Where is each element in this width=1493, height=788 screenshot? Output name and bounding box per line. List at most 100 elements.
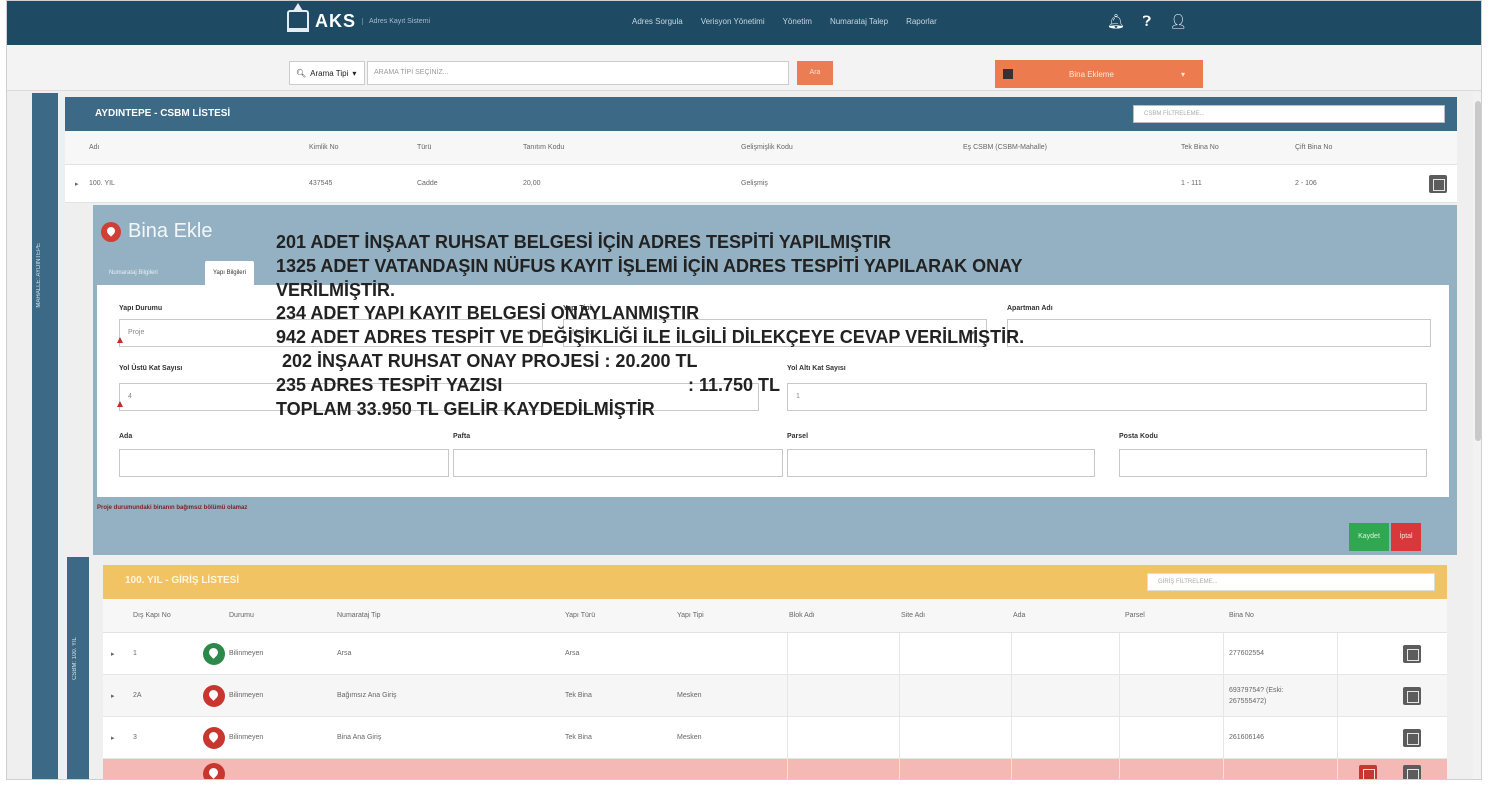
col-turu[interactable]: Türü	[417, 131, 431, 164]
user-icon[interactable]: 👤︎	[1169, 13, 1187, 30]
cell-numarataj-tip: Bina Ana Giriş	[337, 734, 382, 741]
csbm-sidebar[interactable]: CSBM: 100. YIL	[67, 557, 89, 779]
row-menu-button[interactable]	[1403, 765, 1421, 779]
menu-item-raporlar[interactable]: Raporlar	[906, 17, 937, 26]
row-menu-button[interactable]	[1403, 687, 1421, 705]
col-adi[interactable]: Adı	[89, 131, 100, 164]
menu-item-versiyon[interactable]: Verisyon Yönetimi	[701, 17, 765, 26]
column-divider	[1223, 633, 1224, 779]
yapi-durumu-label: Yapı Durumu	[119, 305, 163, 312]
table-row[interactable]: ▸ 100. YIL 437545 Cadde 20,00 Gelişmiş 1…	[65, 165, 1457, 203]
col-dis-kapi-no[interactable]: Dış Kapı No	[133, 599, 171, 632]
parsel-label: Parsel	[787, 433, 809, 440]
cell-durumu: Bilinmeyen	[229, 734, 264, 741]
col-tanitim-kodu[interactable]: Tanıtım Kodu	[523, 131, 564, 164]
fee2-label: 235 ADRES TESPİT YAZISI	[276, 374, 503, 395]
cell-dis-kapi: 2A	[133, 692, 142, 699]
cell-yapi-tipi: Mesken	[677, 692, 702, 699]
col-parsel[interactable]: Parsel	[1125, 599, 1145, 632]
col-gelismislik-kodu[interactable]: Gelişmişlik Kodu	[741, 131, 793, 164]
mahalle-sidebar[interactable]: MAHALLE: AYDINTEPE	[32, 93, 58, 779]
column-divider	[1119, 633, 1120, 779]
giris-title: 100. YIL - GİRİŞ LİSTESİ	[125, 575, 240, 586]
csbm-filter-input[interactable]: CSBM FİLTRELEME...	[1133, 105, 1445, 123]
col-ada[interactable]: Ada	[1013, 599, 1025, 632]
row-menu-button[interactable]	[1403, 645, 1421, 663]
csbm-title: AYDINTEPE - CSBM LİSTESİ	[95, 108, 231, 119]
cell-yapi-turu: Tek Bina	[565, 734, 592, 741]
stat-line: 234 ADET YAPI KAYIT BELGESİ ONAYLANMIŞTI…	[276, 303, 700, 324]
menu-item-yonetim[interactable]: Yönetim	[783, 17, 812, 26]
cancel-button[interactable]: İptal	[1391, 523, 1421, 551]
expand-icon[interactable]: ▸	[75, 165, 79, 202]
expand-icon[interactable]: ▸	[111, 633, 115, 674]
search-input[interactable]: ARAMA TİPİ SEÇİNİZ...	[367, 61, 789, 85]
menu-item-adres-sorgula[interactable]: Adres Sorgula	[632, 17, 683, 26]
brand-logo[interactable]: AKS Adres Kayıt Sistemi	[287, 3, 430, 32]
fee-line: 202 İNŞAAT RUHSAT ONAY PROJESİ : 20.200 …	[276, 350, 1336, 374]
area-type-select[interactable]: 🔍︎ Arama Tipi ▾	[289, 61, 365, 85]
posta-kodu-input[interactable]	[1119, 449, 1427, 477]
save-button[interactable]: Kaydet	[1349, 523, 1389, 551]
table-row-highlighted[interactable]	[103, 759, 1447, 779]
col-yapi-tipi[interactable]: Yapı Tipi	[677, 599, 704, 632]
chevron-down-icon: ▾	[1180, 69, 1185, 79]
pafta-input[interactable]	[453, 449, 783, 477]
total-line: TOPLAM 33.950 TL GELİR KAYDEDİLMİŞTİR	[276, 398, 655, 419]
cell-cift-bina: 2 - 106	[1295, 180, 1317, 187]
help-icon[interactable]: ❓︎	[1143, 13, 1151, 30]
col-es-csbm[interactable]: Eş CSBM (CSBM-Mahalle)	[963, 131, 1047, 164]
col-kimlik-no[interactable]: Kimlik No	[309, 131, 339, 164]
search-icon: 🔍︎	[296, 68, 307, 78]
table-row[interactable]: ▸ 1 Bilinmeyen Arsa Arsa 277602554	[103, 633, 1447, 675]
building-icon	[287, 3, 309, 32]
required-icon	[117, 401, 123, 407]
col-bina-no[interactable]: Bina No	[1229, 599, 1254, 632]
cell-durumu: Bilinmeyen	[229, 692, 264, 699]
table-row[interactable]: ▸ 3 Bilinmeyen Bina Ana Giriş Tek Bina M…	[103, 717, 1447, 759]
fee-line: 235 ADRES TESPİT YAZISI : 11.750 TL	[276, 374, 1336, 398]
giris-panel-header: 100. YIL - GİRİŞ LİSTESİ GİRİŞ FİLTRELEM…	[103, 565, 1447, 599]
row-menu-button[interactable]	[1429, 175, 1447, 193]
col-blok-adi[interactable]: Blok Adı	[789, 599, 815, 632]
bell-icon[interactable]: 🔔︎	[1107, 13, 1125, 30]
tab-yapi-bilgileri[interactable]: Yapı Bilgileri	[205, 261, 254, 285]
giris-filter-input[interactable]: GİRİŞ FİLTRELEME...	[1147, 573, 1435, 591]
cell-bina-no: 277602554	[1229, 650, 1265, 657]
csbm-column-headers: Adı Kimlik No Türü Tanıtım Kodu Gelişmiş…	[65, 131, 1457, 165]
ada-input[interactable]	[119, 449, 449, 477]
cell-yapi-turu: Tek Bina	[565, 692, 592, 699]
menu-item-numarataj-talep[interactable]: Numarataj Talep	[830, 17, 888, 26]
row-delete-button[interactable]	[1359, 765, 1377, 779]
scrollbar-thumb[interactable]	[1475, 101, 1481, 441]
parsel-input[interactable]	[787, 449, 1095, 477]
col-numarataj-tip[interactable]: Numarataj Tip	[337, 599, 381, 632]
stat-line: 942 ADET ADRES TESPİT VE DEĞİŞİKLİĞİ İLE…	[276, 327, 1025, 348]
bina-warning-text: Proje durumundaki binanın bağımsız bölüm…	[97, 505, 248, 511]
column-divider	[899, 633, 900, 779]
brand-name: AKS	[315, 10, 357, 31]
cell-turu: Cadde	[417, 180, 438, 187]
fee2-value: : 11.750 TL	[688, 374, 781, 395]
tab-numarataj-bilgileri[interactable]: Numarataj Bilgileri	[101, 261, 166, 285]
col-yapi-turu[interactable]: Yapı Türü	[565, 599, 595, 632]
col-durumu[interactable]: Durumu	[229, 599, 254, 632]
col-site-adi[interactable]: Site Adı	[901, 599, 925, 632]
nav-icons: 🔔︎ ❓︎ 👤︎	[1107, 13, 1187, 30]
cell-tanitim-kodu: 20,00	[523, 180, 541, 187]
stat-line: 201 ADET İNŞAAT RUHSAT BELGESİ İÇİN ADRE…	[276, 232, 892, 252]
col-cift-bina-no[interactable]: Çift Bina No	[1295, 131, 1332, 164]
map-pin-icon	[101, 221, 121, 242]
statistics-overlay: 201 ADET İNŞAAT RUHSAT BELGESİ İÇİN ADRE…	[276, 231, 1336, 421]
table-row[interactable]: ▸ 2A Bilinmeyen Bağımsız Ana Giriş Tek B…	[103, 675, 1447, 717]
fee1-label: 202 İNŞAAT RUHSAT ONAY PROJESİ	[282, 350, 600, 371]
status-red-icon	[203, 685, 225, 707]
cell-durumu: Bilinmeyen	[229, 650, 264, 657]
row-menu-button[interactable]	[1403, 729, 1421, 747]
bina-ekleme-dropdown[interactable]: Bina Ekleme ▾	[995, 60, 1203, 88]
expand-icon[interactable]: ▸	[111, 717, 115, 758]
col-tek-bina-no[interactable]: Tek Bina No	[1181, 131, 1219, 164]
search-button[interactable]: Ara	[797, 61, 833, 85]
search-bar: 🔍︎ Arama Tipi ▾ ARAMA TİPİ SEÇİNİZ... Ar…	[7, 45, 1481, 91]
expand-icon[interactable]: ▸	[111, 675, 115, 716]
